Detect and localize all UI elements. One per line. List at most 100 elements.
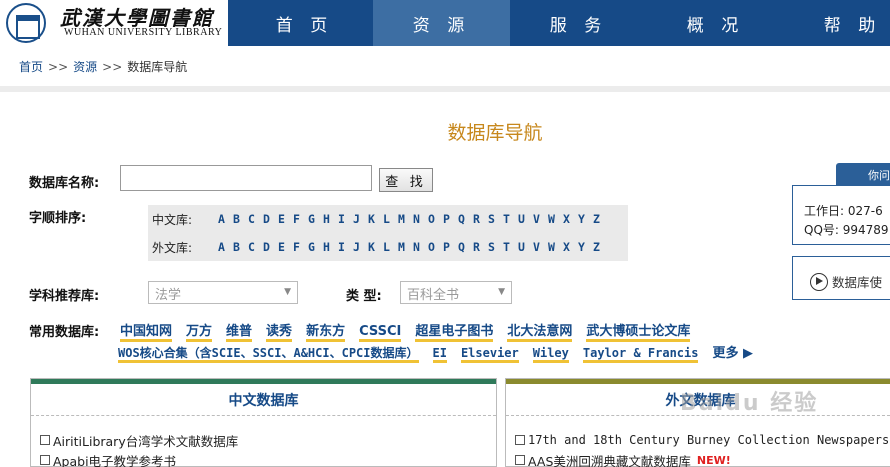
alpha-letter-link[interactable]: M — [398, 240, 413, 254]
alpha-letter-link[interactable]: P — [443, 240, 458, 254]
alpha-letter-link[interactable]: Y — [578, 212, 593, 226]
alpha-letter-link[interactable]: D — [263, 240, 278, 254]
alpha-letter-link[interactable]: A — [218, 240, 233, 254]
alpha-letter-link[interactable]: L — [383, 212, 398, 226]
main-nav: 首 页 资 源 服 务 概 况 帮 助 — [236, 0, 890, 46]
alpha-letter-link[interactable]: W — [548, 212, 563, 226]
alpha-letter-link[interactable]: Q — [458, 240, 473, 254]
nav-help[interactable]: 帮 助 — [784, 0, 890, 46]
alpha-letter-link[interactable]: S — [488, 240, 503, 254]
alpha-letter-link[interactable]: V — [533, 212, 548, 226]
alpha-letter-link[interactable]: X — [563, 240, 578, 254]
alpha-letter-link[interactable]: X — [563, 212, 578, 226]
alpha-index: 中文库: ABCDEFGHIJKLMNOPQRSTUVWXYZ 外文库: ABC… — [148, 205, 628, 261]
alpha-letter-link[interactable]: N — [413, 240, 428, 254]
university-seal-icon — [6, 3, 46, 43]
help-tab[interactable]: 你问 — [836, 163, 890, 185]
alpha-letter-link[interactable]: J — [353, 212, 368, 226]
breadcrumb-home-link[interactable]: 首页 — [19, 60, 43, 74]
alpha-letter-link[interactable]: C — [248, 240, 263, 254]
db-link-elsevier[interactable]: Elsevier — [460, 346, 519, 363]
contact-qq: QQ号: 994789 — [804, 223, 889, 237]
list-item[interactable]: AAS美洲回溯典藏文献数据库 NEW! — [515, 450, 890, 467]
search-button[interactable]: 查 找 — [379, 168, 433, 192]
alpha-letter-link[interactable]: D — [263, 212, 278, 226]
alpha-letter-link[interactable]: H — [323, 212, 338, 226]
breadcrumb-current: 数据库导航 — [127, 60, 188, 74]
alpha-letter-link[interactable]: F — [293, 240, 308, 254]
db-link-wiley[interactable]: Wiley — [532, 346, 569, 363]
db-link-chaoxing[interactable]: 超星电子图书 — [415, 324, 494, 342]
alpha-letter-link[interactable]: G — [308, 240, 323, 254]
alpha-letter-link[interactable]: J — [353, 240, 368, 254]
alpha-letter-link[interactable]: L — [383, 240, 398, 254]
db-link-duxiu[interactable]: 读秀 — [266, 324, 293, 342]
library-logo[interactable]: 武漢大學圖書館 WUHAN UNIVERSITY LIBRARY — [0, 0, 228, 46]
list-item[interactable]: AiritiLibrary台湾学术文献数据库 — [40, 430, 496, 450]
more-link[interactable]: 更多 ▶ — [712, 346, 753, 361]
alpha-letter-link[interactable]: T — [503, 212, 518, 226]
nav-services[interactable]: 服 务 — [510, 0, 647, 46]
list-item[interactable]: Apabi电子教学参考书 — [40, 450, 496, 467]
watermark-logo: Baidu 经验 — [680, 391, 819, 416]
alpha-letter-link[interactable]: Z — [593, 212, 608, 226]
alpha-letter-link[interactable]: U — [518, 212, 533, 226]
db-link-ei[interactable]: EI — [432, 346, 447, 363]
alpha-letter-link[interactable]: B — [233, 212, 248, 226]
alpha-letter-link[interactable]: S — [488, 212, 503, 226]
new-badge: NEW! — [696, 453, 731, 467]
db-link-wanfang[interactable]: 万方 — [186, 324, 213, 342]
db-link-wos[interactable]: WOS核心合集（含SCIE、SSCI、A&HCI、CPCI数据库） — [118, 346, 419, 363]
alpha-letter-link[interactable]: W — [548, 240, 563, 254]
alpha-letter-link[interactable]: E — [278, 240, 293, 254]
alpha-letter-link[interactable]: N — [413, 212, 428, 226]
alpha-letter-link[interactable]: I — [338, 212, 353, 226]
alpha-letter-link[interactable]: G — [308, 212, 323, 226]
db-link-whu-theses[interactable]: 武大博硕士论文库 — [586, 324, 691, 342]
alpha-row-chinese: 中文库: ABCDEFGHIJKLMNOPQRSTUVWXYZ — [152, 207, 608, 231]
chevron-down-icon: ▼ — [498, 287, 505, 297]
list-item[interactable]: 17th and 18th Century Burney Collection … — [515, 430, 890, 450]
alpha-letter-link[interactable]: T — [503, 240, 518, 254]
db-link-xindongfang[interactable]: 新东方 — [306, 324, 346, 342]
alpha-letter-link[interactable]: Q — [458, 212, 473, 226]
logo-english-text: WUHAN UNIVERSITY LIBRARY — [64, 27, 223, 38]
search-label: 数据库名称: — [29, 176, 100, 191]
nav-about[interactable]: 概 况 — [647, 0, 784, 46]
db-link-vip[interactable]: 维普 — [226, 324, 253, 342]
alpha-letter-link[interactable]: R — [473, 212, 488, 226]
chinese-db-panel-title: 中文数据库 — [31, 384, 496, 416]
divider — [0, 86, 890, 92]
alpha-letter-link[interactable]: K — [368, 212, 383, 226]
alpha-letter-link[interactable]: U — [518, 240, 533, 254]
alpha-letter-link[interactable]: C — [248, 212, 263, 226]
alpha-letter-link[interactable]: K — [368, 240, 383, 254]
page-title: 数据库导航 — [447, 122, 543, 144]
alpha-letter-link[interactable]: Z — [593, 240, 608, 254]
alpha-letter-link[interactable]: V — [533, 240, 548, 254]
alpha-letter-link[interactable]: E — [278, 212, 293, 226]
alpha-letter-link[interactable]: B — [233, 240, 248, 254]
db-link-pkulaw[interactable]: 北大法意网 — [507, 324, 573, 342]
db-link-cssci[interactable]: CSSCI — [359, 324, 402, 342]
subject-select[interactable]: 法学 ▼ — [148, 281, 298, 304]
alpha-letter-link[interactable]: O — [428, 212, 443, 226]
breadcrumb: 首页 >> 资源 >> 数据库导航 — [19, 60, 188, 74]
db-guide-button[interactable]: 数据库使 — [792, 256, 890, 300]
alpha-letter-link[interactable]: A — [218, 212, 233, 226]
alpha-letter-link[interactable]: H — [323, 240, 338, 254]
db-link-taylor-francis[interactable]: Taylor & Francis — [582, 346, 699, 363]
alpha-letter-link[interactable]: F — [293, 212, 308, 226]
database-name-input[interactable] — [120, 165, 372, 191]
alpha-letter-link[interactable]: I — [338, 240, 353, 254]
db-link-cnki[interactable]: 中国知网 — [120, 324, 173, 342]
nav-home[interactable]: 首 页 — [236, 0, 373, 46]
alpha-letter-link[interactable]: R — [473, 240, 488, 254]
alpha-letter-link[interactable]: Y — [578, 240, 593, 254]
breadcrumb-resources-link[interactable]: 资源 — [73, 60, 97, 74]
alpha-letter-link[interactable]: M — [398, 212, 413, 226]
type-select[interactable]: 百科全书 ▼ — [400, 281, 512, 304]
alpha-letter-link[interactable]: P — [443, 212, 458, 226]
nav-resources[interactable]: 资 源 — [373, 0, 510, 46]
alpha-letter-link[interactable]: O — [428, 240, 443, 254]
